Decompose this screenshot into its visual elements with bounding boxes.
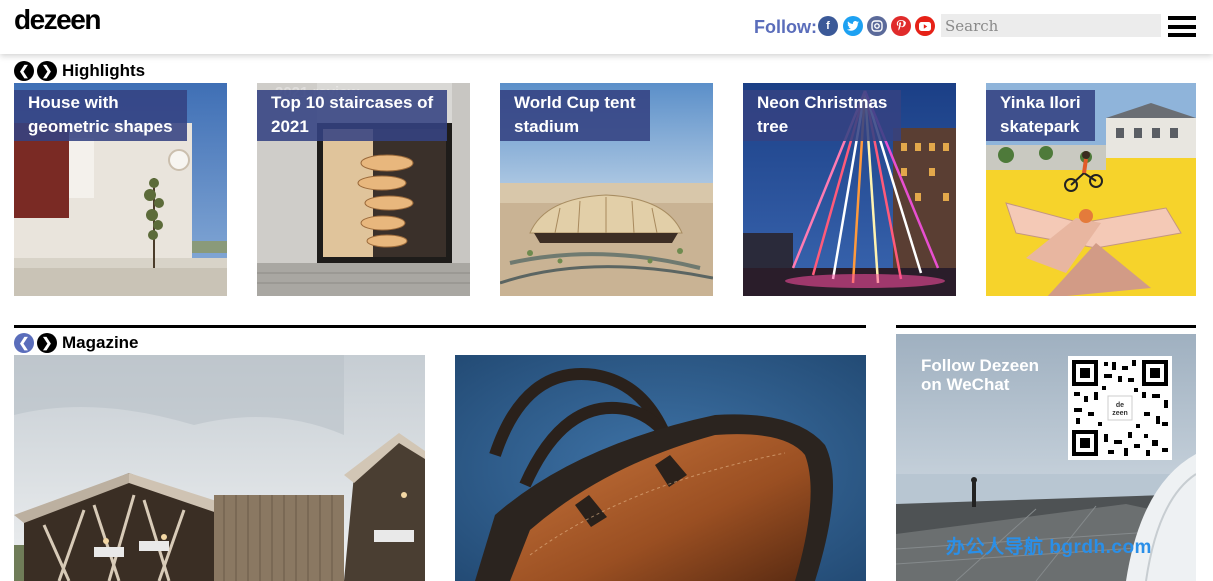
- qr-logo-label-1: de: [1116, 402, 1124, 409]
- magazine-title: Magazine: [62, 333, 139, 352]
- highlights-header: ❮ ❯ Highlights: [14, 61, 145, 81]
- facebook-icon[interactable]: f: [818, 16, 838, 36]
- youtube-icon[interactable]: [915, 16, 935, 36]
- pinterest-icon[interactable]: [891, 16, 911, 36]
- magazine-article-bag[interactable]: [455, 355, 866, 581]
- follow-label: Follow:: [754, 17, 817, 37]
- highlight-card-staircases[interactable]: 2021 review Top 10 staircases of 2021: [257, 83, 470, 296]
- qr-code-icon: de zeen: [1072, 360, 1168, 456]
- qr-code: de zeen: [1068, 356, 1172, 460]
- prev-arrow-icon[interactable]: ❮: [14, 333, 34, 353]
- highlight-card-skatepark[interactable]: Yinka Ilori skatepark: [986, 83, 1196, 296]
- instagram-icon[interactable]: [867, 16, 887, 36]
- leather-bag-image: [455, 355, 866, 581]
- site-header: dezeen Follow: f: [0, 0, 1213, 54]
- next-arrow-icon[interactable]: ❯: [37, 61, 57, 81]
- site-logo[interactable]: dezeen: [14, 4, 101, 36]
- next-arrow-icon[interactable]: ❯: [37, 333, 57, 353]
- magazine-article-house[interactable]: [14, 355, 425, 581]
- highlight-card-house[interactable]: House with geometric shapes: [14, 83, 227, 296]
- highlights-title: Highlights: [62, 61, 146, 80]
- timber-house-image: [14, 355, 425, 581]
- highlight-card-neon-tree[interactable]: Neon Christmas tree: [743, 83, 956, 296]
- prev-arrow-icon[interactable]: ❮: [14, 61, 34, 81]
- highlight-card-stadium[interactable]: World Cup tent stadium: [500, 83, 713, 296]
- magazine-header: ❮ ❯ Magazine: [14, 333, 139, 353]
- qr-logo-label-2: zeen: [1112, 410, 1128, 417]
- card-caption: House with geometric shapes: [14, 90, 187, 141]
- menu-icon[interactable]: [1168, 16, 1196, 37]
- card-caption: Top 10 staircases of 2021: [257, 90, 448, 141]
- twitter-icon[interactable]: [843, 16, 863, 36]
- sidebar-rule: [896, 325, 1196, 328]
- magazine-rule: [14, 325, 866, 328]
- card-caption: World Cup tent stadium: [500, 90, 650, 141]
- wechat-heading: Follow Dezeen on WeChat: [921, 356, 1040, 394]
- watermark-text: 办公人导航 bgrdh.com: [946, 537, 1152, 558]
- card-caption: Neon Christmas tree: [743, 90, 902, 141]
- card-caption: Yinka Ilori skatepark: [986, 90, 1095, 141]
- search-input[interactable]: [941, 14, 1161, 37]
